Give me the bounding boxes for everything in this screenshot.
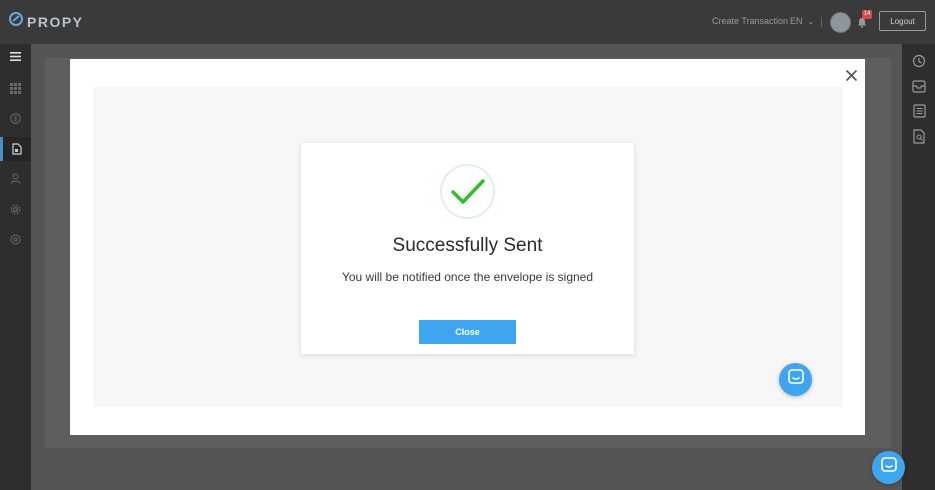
- left-sidebar: $: [0, 44, 31, 490]
- menu-icon[interactable]: [0, 44, 31, 68]
- language-label: EN: [790, 16, 803, 26]
- brand-logo[interactable]: PROPY: [9, 12, 84, 31]
- propy-logo-icon: [9, 12, 23, 31]
- gear-icon[interactable]: [0, 197, 31, 221]
- create-transaction-link[interactable]: Create Transaction: [712, 16, 788, 26]
- file-search-icon[interactable]: [910, 127, 928, 145]
- settings-icon[interactable]: [0, 227, 31, 251]
- dialog-message: You will be notified once the envelope i…: [341, 270, 594, 284]
- inbox-icon[interactable]: [910, 77, 928, 95]
- top-bar: PROPY Create Transaction EN ⌄ 14 Logout: [0, 0, 935, 44]
- grid-icon[interactable]: [0, 76, 31, 100]
- notification-badge: 14: [862, 10, 872, 19]
- chat-button[interactable]: [779, 363, 812, 396]
- close-button[interactable]: Close: [419, 320, 516, 344]
- dialog-title: Successfully Sent: [392, 235, 543, 256]
- right-sidebar: [902, 44, 935, 490]
- history-icon[interactable]: [910, 52, 928, 70]
- brand-name: PROPY: [27, 13, 84, 30]
- close-icon[interactable]: [842, 66, 860, 84]
- dollar-icon[interactable]: $: [0, 106, 31, 130]
- chat-icon: [880, 457, 897, 478]
- chat-icon: [787, 369, 804, 390]
- language-selector[interactable]: EN ⌄: [790, 16, 814, 26]
- user-icon[interactable]: [0, 166, 31, 190]
- avatar[interactable]: [830, 12, 851, 33]
- success-dialog: Successfully Sent You will be notified o…: [301, 143, 634, 354]
- success-check-icon: [440, 164, 495, 219]
- svg-text:$: $: [14, 116, 18, 123]
- list-icon[interactable]: [910, 102, 928, 120]
- chat-launcher-button[interactable]: [872, 451, 905, 484]
- chevron-down-icon: ⌄: [807, 17, 815, 26]
- logout-button[interactable]: Logout: [879, 11, 926, 31]
- document-icon[interactable]: [0, 137, 31, 161]
- divider: [821, 17, 822, 27]
